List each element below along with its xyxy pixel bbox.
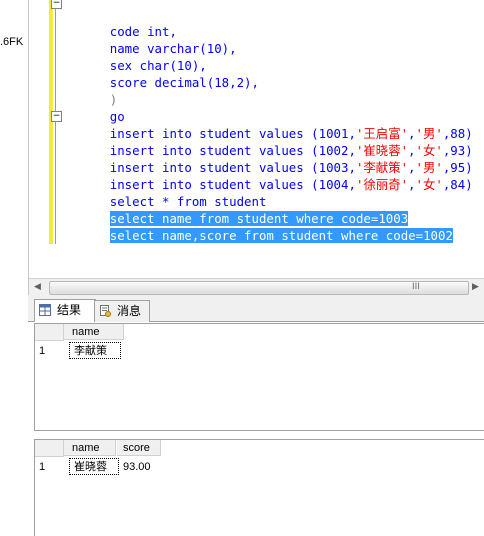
row-header-corner xyxy=(35,440,64,457)
code-line-1: code int, xyxy=(65,6,177,39)
code-line-12-selected: select name from student where code=1003 xyxy=(65,193,409,226)
table-cell[interactable]: 93.00 xyxy=(123,458,151,476)
tab-messages-label: 消息 xyxy=(117,304,142,318)
object-explorer-fk-text: .6FK xyxy=(0,36,24,48)
query-editor[interactable]: − − code int, name varchar(10), sex char… xyxy=(29,0,484,278)
code-line-2: name varchar(10), xyxy=(65,23,237,56)
code-line-9: insert into student values (1003,'李献策','… xyxy=(65,142,473,175)
code-line-7: insert into student values (1001,'王启富','… xyxy=(65,108,473,141)
scroll-right-icon[interactable]: ▶ xyxy=(472,282,479,292)
object-explorer-panel: .6FK xyxy=(0,0,29,535)
row-header-corner xyxy=(35,324,64,341)
tab-results[interactable]: 结果 xyxy=(34,299,96,322)
code-line-11: select * from student xyxy=(65,176,267,209)
query-editor-frame: − − code int, name varchar(10), sex char… xyxy=(28,0,484,296)
horizontal-scrollbar[interactable]: ◀ III ▶ xyxy=(29,278,484,296)
code-line-4: score decimal(18,2), xyxy=(65,57,259,90)
scrollbar-thumb[interactable]: III xyxy=(49,281,469,295)
code-line-3: sex char(10), xyxy=(65,40,207,73)
message-icon xyxy=(100,305,111,317)
tab-messages[interactable]: 消息 xyxy=(94,300,150,322)
column-header[interactable]: score xyxy=(117,440,161,456)
string-literal: '女' xyxy=(415,177,443,192)
change-tracking-bar xyxy=(49,0,53,244)
grid-icon xyxy=(39,304,51,316)
column-header[interactable]: name xyxy=(64,324,124,340)
result-grid-2[interactable]: name score 1 崔晓蓉 93.00 xyxy=(34,439,484,536)
table-cell[interactable]: 崔晓蓉 xyxy=(69,458,119,475)
row-number[interactable]: 1 xyxy=(39,458,45,476)
code-line-13-text: select name,score from student where cod… xyxy=(109,228,453,243)
code-line-6: go xyxy=(65,91,125,124)
code-line-10: insert into student values (1004,'徐丽奇','… xyxy=(65,159,473,192)
collapse-toggle-icon[interactable]: − xyxy=(51,111,62,122)
scroll-left-icon[interactable]: ◀ xyxy=(34,282,41,292)
code-line-13-selected: select name,score from student where cod… xyxy=(65,210,453,243)
results-tab-strip: 结果 消息 xyxy=(28,295,484,322)
column-header[interactable]: name xyxy=(64,440,116,456)
results-pane: 结果 消息 name 1 李献策 name score 1 崔晓蓉 93.00 xyxy=(28,295,484,536)
collapse-toggle-icon[interactable]: − xyxy=(51,0,62,9)
code-line-4-text: score decimal(18,2), xyxy=(109,75,259,90)
row-number[interactable]: 1 xyxy=(39,342,45,360)
string-literal: '徐丽奇' xyxy=(355,177,409,192)
table-cell[interactable]: 李献策 xyxy=(69,342,121,359)
result-grid-1[interactable]: name 1 李献策 xyxy=(34,323,484,431)
outline-line xyxy=(55,0,56,244)
tab-results-label: 结果 xyxy=(57,303,82,317)
code-line-5: ) xyxy=(65,74,117,107)
scrollbar-grip-icon: III xyxy=(412,282,420,292)
code-line-8: insert into student values (1002,'崔晓蓉','… xyxy=(65,125,473,158)
